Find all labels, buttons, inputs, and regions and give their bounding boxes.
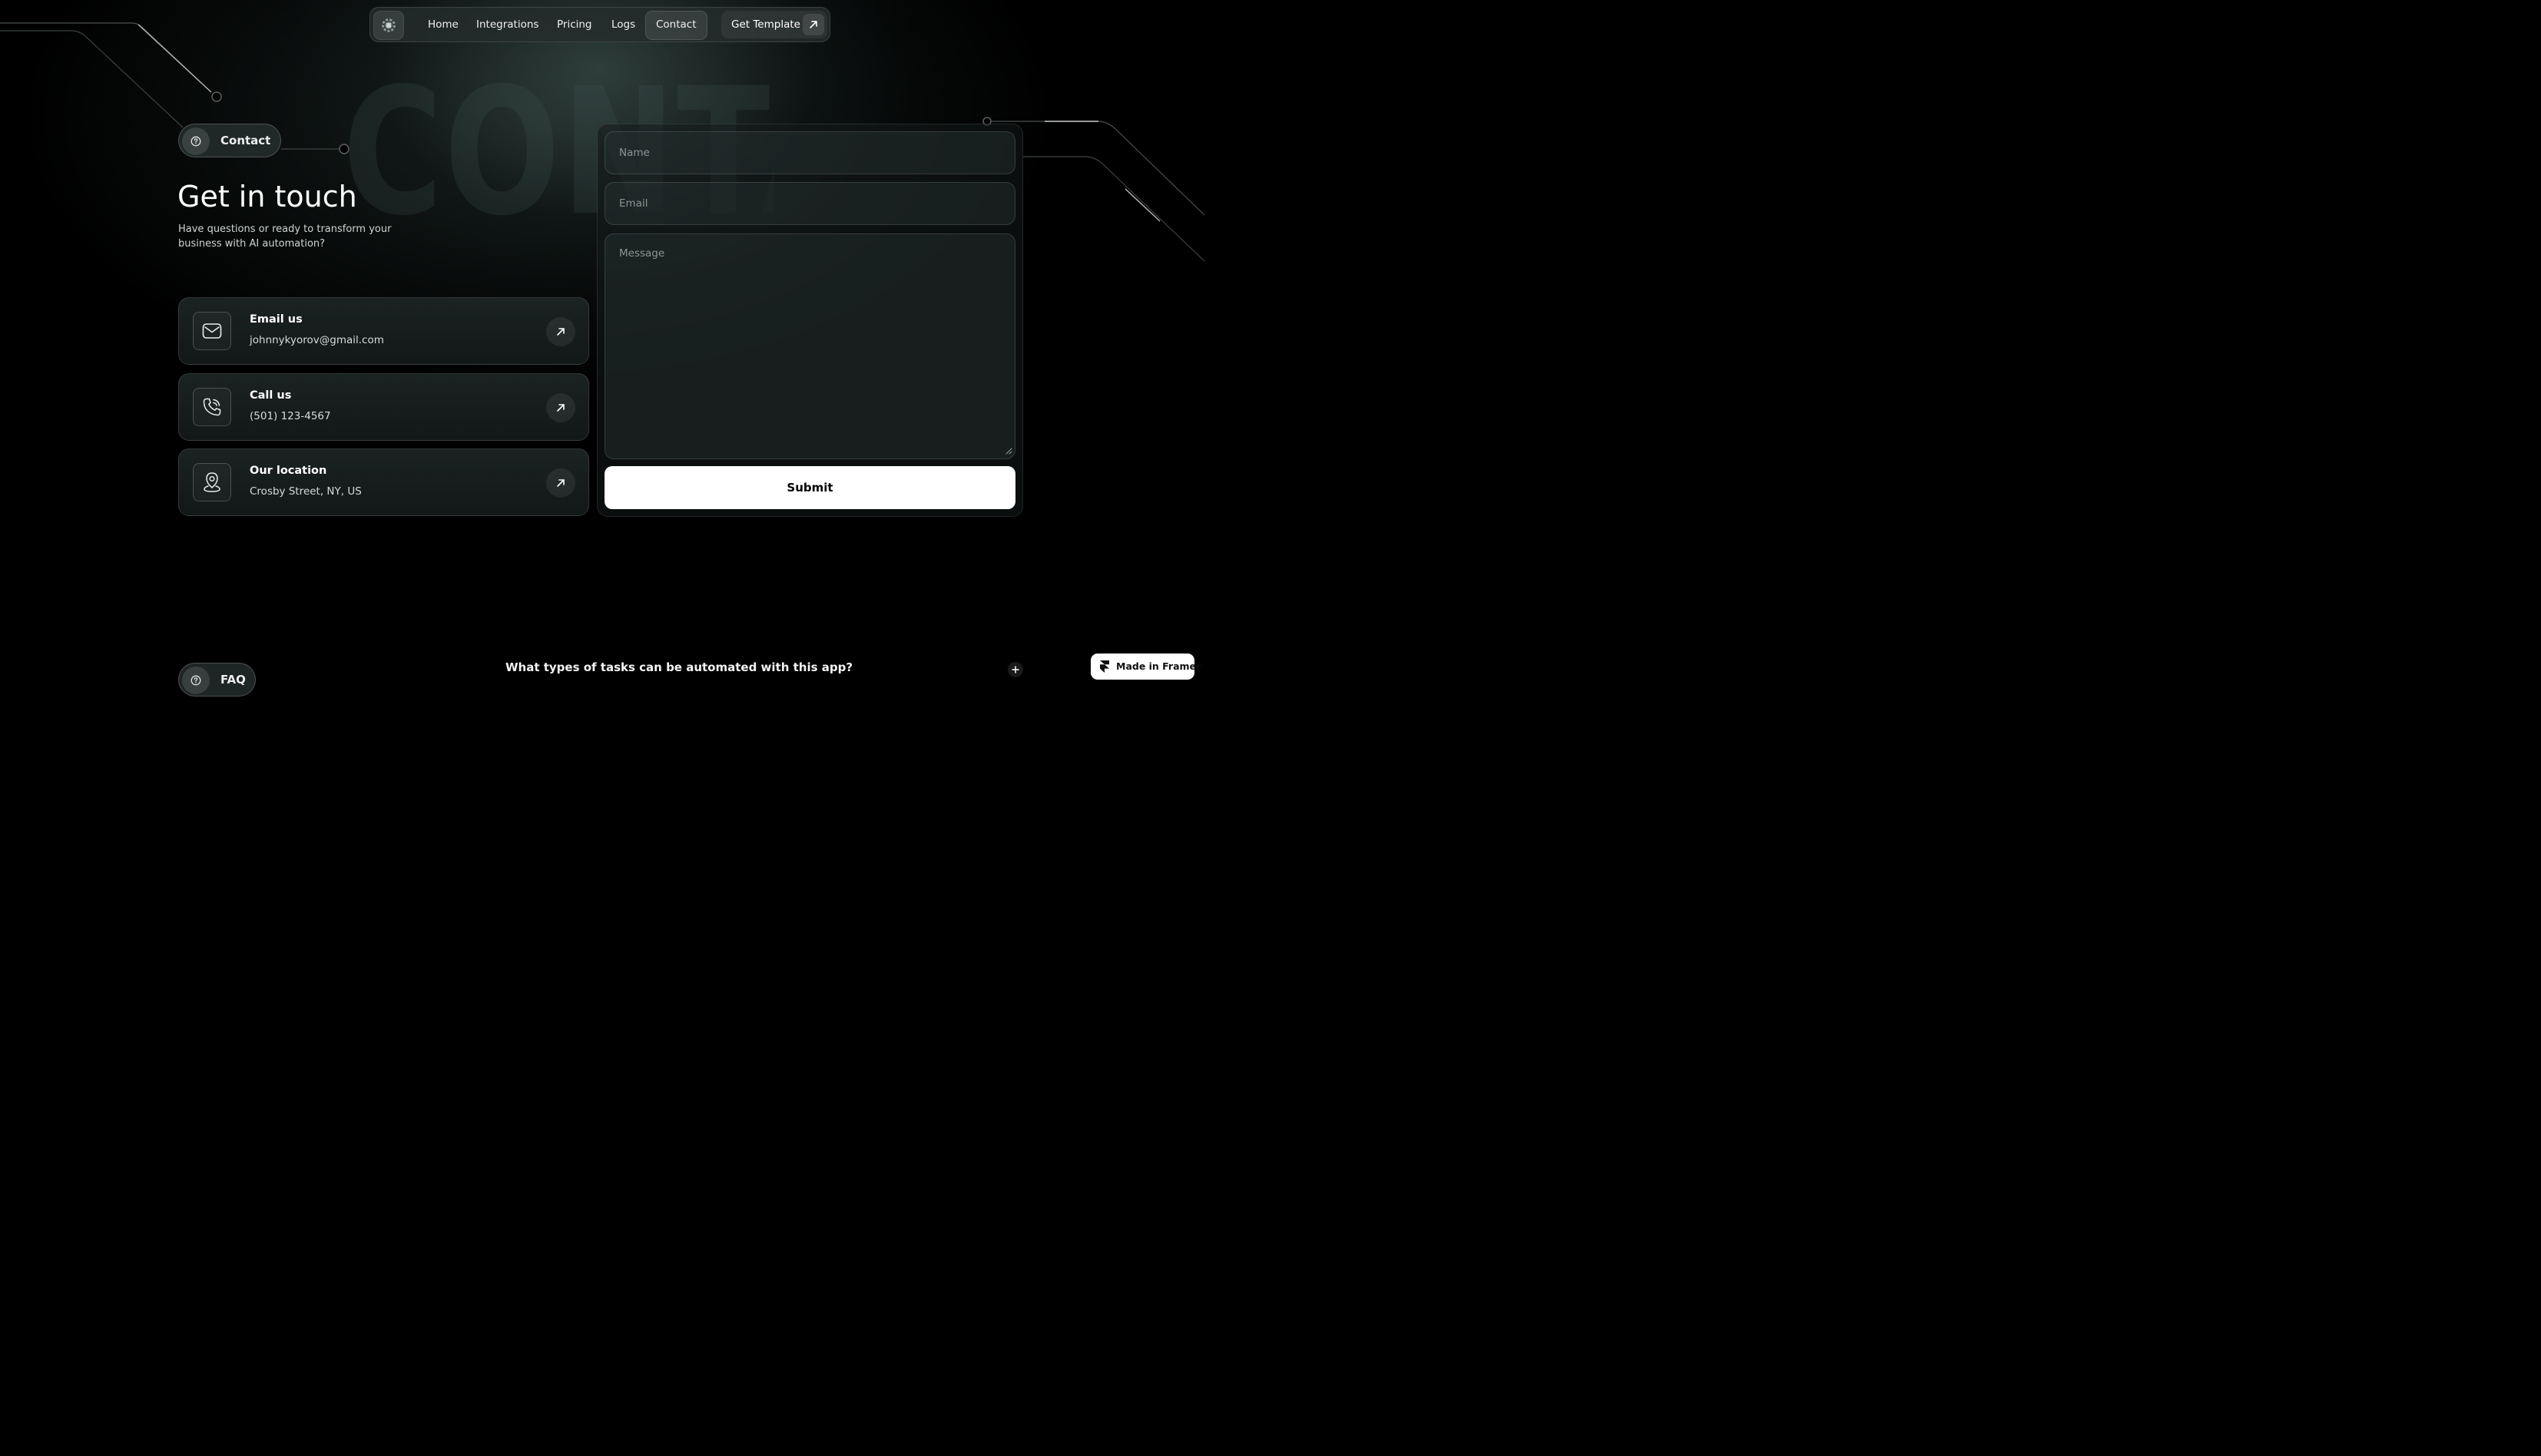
contact-form: Submit <box>597 124 1023 517</box>
page-subtitle: Have questions or ready to transform you… <box>178 223 392 250</box>
email-field[interactable] <box>605 182 1015 225</box>
faq-section-badge: FAQ <box>178 663 256 697</box>
get-template-label: Get Template <box>731 18 800 31</box>
card-title: Email us <box>250 313 303 326</box>
framer-badge-label: Made in Framer <box>1116 660 1201 672</box>
phone-icon <box>193 388 231 426</box>
nav-link-home[interactable]: Home <box>418 11 469 38</box>
get-template-button[interactable]: Get Template <box>721 11 827 38</box>
card-title: Call us <box>250 389 292 402</box>
nav-link-contact[interactable]: Contact <box>645 11 707 40</box>
card-value: Crosby Street, NY, US <box>250 485 362 498</box>
nav-link-pricing[interactable]: Pricing <box>547 11 602 38</box>
arrow-up-right-icon[interactable] <box>546 468 575 498</box>
nav-link-logs[interactable]: Logs <box>601 11 645 38</box>
resize-handle-icon[interactable] <box>1005 447 1012 455</box>
contact-section-badge: Contact <box>178 124 281 157</box>
nav-link-integrations[interactable]: Integrations <box>466 11 548 38</box>
phone-contact-card[interactable]: Call us (501) 123-4567 <box>178 373 589 441</box>
plus-icon[interactable] <box>1008 662 1023 677</box>
location-contact-card[interactable]: Our location Crosby Street, NY, US <box>178 448 589 516</box>
message-field[interactable] <box>605 233 1015 459</box>
faq-badge-label: FAQ <box>220 673 246 687</box>
name-field[interactable] <box>605 131 1015 174</box>
faq-question[interactable]: What types of tasks can be automated wit… <box>505 660 853 674</box>
submit-button[interactable]: Submit <box>605 466 1015 509</box>
mail-icon <box>193 312 231 350</box>
email-contact-card[interactable]: Email us johnnykyorov@gmail.com <box>178 297 589 365</box>
page-title: Get in touch <box>177 180 357 213</box>
top-navigation: Home Integrations Pricing Logs Contact G… <box>369 7 830 42</box>
card-value: (501) 123-4567 <box>250 410 331 422</box>
card-value: johnnykyorov@gmail.com <box>250 334 384 346</box>
gear-chip-icon[interactable] <box>373 11 404 40</box>
location-pin-icon <box>193 463 231 501</box>
help-circle-icon <box>182 667 210 694</box>
help-circle-icon <box>182 127 210 155</box>
arrow-up-right-icon <box>803 14 824 35</box>
framer-logo-icon <box>1100 660 1109 673</box>
contact-badge-label: Contact <box>220 134 271 147</box>
arrow-up-right-icon[interactable] <box>546 393 575 422</box>
card-title: Our location <box>250 465 327 477</box>
arrow-up-right-icon[interactable] <box>546 317 575 346</box>
made-in-framer-badge[interactable]: Made in Framer <box>1091 654 1201 680</box>
